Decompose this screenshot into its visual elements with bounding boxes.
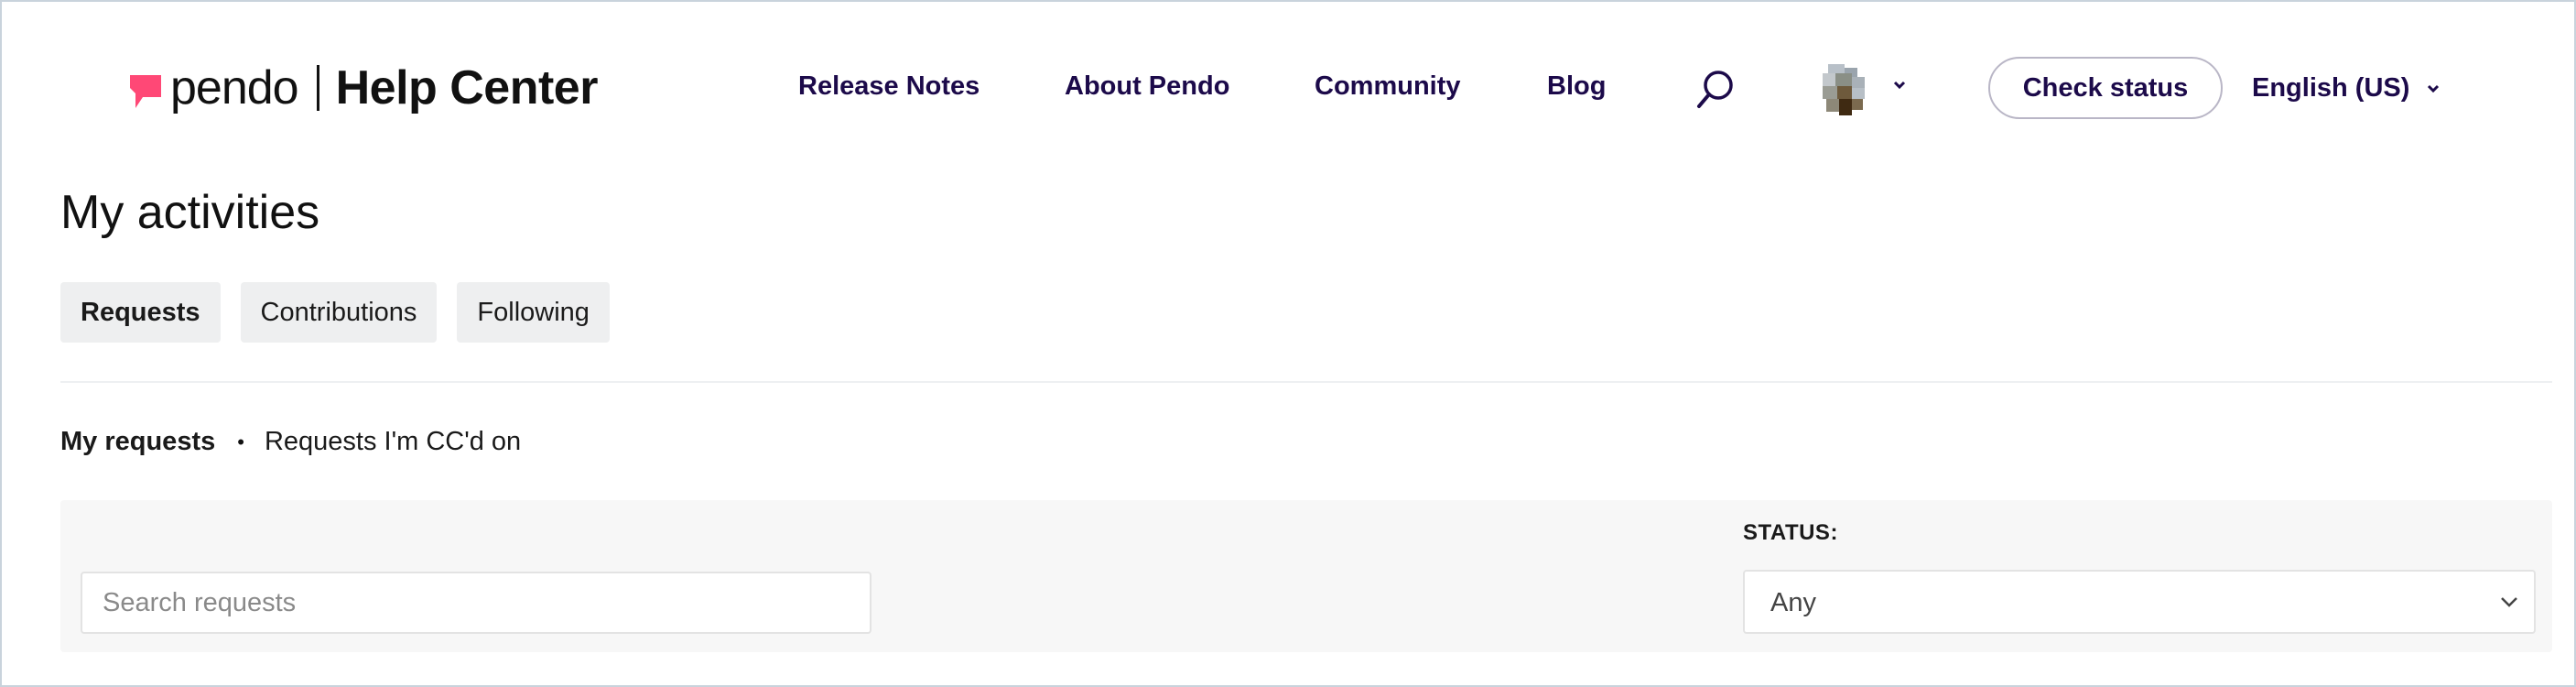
nav-link-about-pendo[interactable]: About Pendo	[1065, 71, 1229, 102]
status-select-value: Any	[1770, 588, 1816, 617]
pendo-logo-icon	[130, 75, 161, 108]
subnav-separator: •	[237, 430, 244, 453]
brand-title: Help Center	[335, 61, 599, 114]
subnav-my-requests[interactable]: My requests	[60, 427, 215, 457]
nav-link-release-notes[interactable]: Release Notes	[798, 71, 980, 102]
brand-logo-link[interactable]: pendo Help Center	[124, 60, 598, 115]
chevron-down-icon[interactable]	[2425, 82, 2441, 95]
activity-tabs: Requests Contributions Following	[60, 282, 610, 343]
search-button[interactable]	[1694, 68, 1737, 112]
tab-requests[interactable]: Requests	[60, 282, 221, 343]
search-icon	[1697, 71, 1733, 108]
tab-following[interactable]: Following	[457, 282, 610, 343]
subnav-requests-cc[interactable]: Requests I'm CC'd on	[265, 427, 521, 457]
requests-subnav: My requests • Requests I'm CC'd on	[60, 427, 521, 457]
brand-separator	[316, 65, 319, 111]
nav-link-blog[interactable]: Blog	[1547, 71, 1606, 102]
filter-panel: STATUS: Any	[60, 500, 2552, 652]
chevron-down-icon[interactable]	[1891, 79, 1908, 92]
status-label: STATUS:	[1743, 520, 1838, 545]
brand-word: pendo	[170, 61, 299, 114]
section-divider	[60, 381, 2552, 383]
tab-contributions[interactable]: Contributions	[240, 282, 438, 343]
site-header: pendo Help Center Release Notes About Pe…	[2, 2, 2574, 176]
search-requests-input[interactable]	[81, 572, 871, 634]
language-selector[interactable]: English (US)	[2252, 73, 2409, 104]
check-status-button[interactable]: Check status	[1988, 57, 2223, 119]
user-avatar[interactable]	[1819, 64, 1868, 115]
chevron-down-icon	[2501, 597, 2517, 607]
status-select[interactable]: Any	[1743, 570, 2536, 634]
page-frame: pendo Help Center Release Notes About Pe…	[0, 0, 2576, 687]
page-title: My activities	[60, 186, 320, 239]
nav-link-community[interactable]: Community	[1315, 71, 1461, 102]
